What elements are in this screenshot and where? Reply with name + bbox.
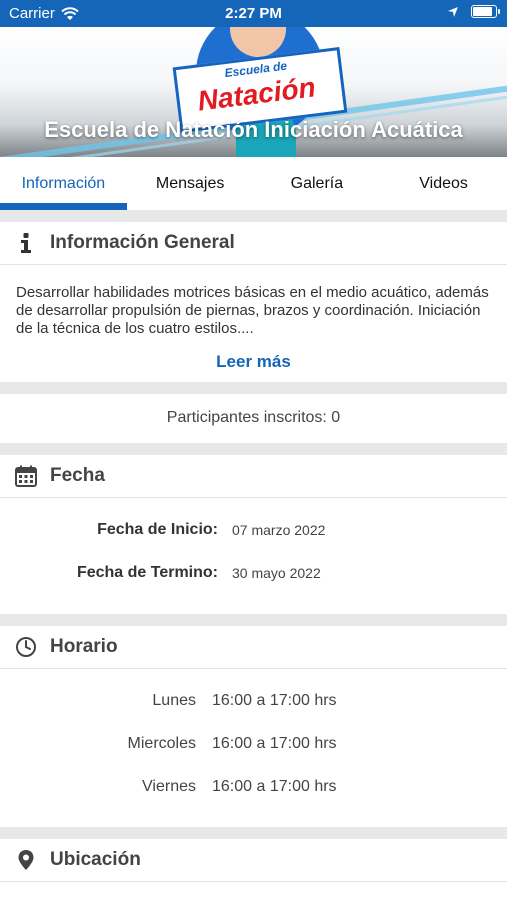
ubicacion-header: Ubicación: [0, 839, 507, 882]
tab-informacion[interactable]: Información: [0, 157, 127, 210]
status-right: [447, 5, 500, 18]
fecha-heading: Fecha: [50, 465, 105, 486]
fecha-header: Fecha: [0, 455, 507, 498]
end-date-label: Fecha de Termino:: [76, 564, 218, 581]
page-title: Escuela de Natación Iniciación Acuática: [44, 117, 463, 142]
info-heading: Información General: [50, 232, 235, 253]
tab-videos[interactable]: Videos: [380, 157, 507, 210]
tab-galeria[interactable]: Galería: [254, 157, 381, 210]
hero-banner: Escuela de Natación Escuela de Natación …: [0, 27, 507, 157]
schedule-time: 16:00 a 17:00 hrs: [212, 735, 337, 752]
clock-time: 2:27 PM: [225, 5, 282, 22]
section-divider: [0, 443, 507, 455]
section-divider: [0, 210, 507, 222]
location-arrow-icon: [448, 6, 458, 17]
start-date-value: 07 marzo 2022: [232, 522, 326, 538]
calendar-icon: [15, 465, 37, 487]
start-date-label: Fecha de Inicio:: [97, 521, 218, 538]
ubicacion-heading: Ubicación: [50, 849, 141, 870]
participants-count: Participantes inscritos: 0: [166, 409, 341, 426]
schedule-day: Viernes: [142, 778, 196, 795]
schedule-time: 16:00 a 17:00 hrs: [212, 778, 337, 795]
schedule-day: Miercoles: [127, 735, 196, 752]
schedule-day: Lunes: [152, 692, 196, 709]
section-divider: [0, 614, 507, 626]
read-more-link[interactable]: Leer más: [0, 352, 507, 372]
section-divider: [0, 827, 507, 839]
battery-icon: [471, 5, 500, 18]
clock-icon: [16, 637, 36, 657]
hero-logo-big: Natación: [196, 71, 318, 117]
schedule-time: 16:00 a 17:00 hrs: [212, 692, 337, 709]
status-bar: Carrier 2:27 PM: [0, 0, 507, 27]
section-divider: [0, 382, 507, 394]
info-header: Información General: [0, 222, 507, 265]
info-icon: [21, 233, 31, 253]
end-date-value: 30 mayo 2022: [232, 565, 321, 581]
info-description: Desarrollar habilidades motrices básicas…: [16, 284, 489, 337]
tab-bar: Información Mensajes Galería Videos: [0, 157, 507, 210]
tab-mensajes[interactable]: Mensajes: [127, 157, 254, 210]
map-pin-icon: [18, 850, 34, 870]
horario-heading: Horario: [50, 636, 118, 657]
horario-header: Horario: [0, 626, 507, 669]
